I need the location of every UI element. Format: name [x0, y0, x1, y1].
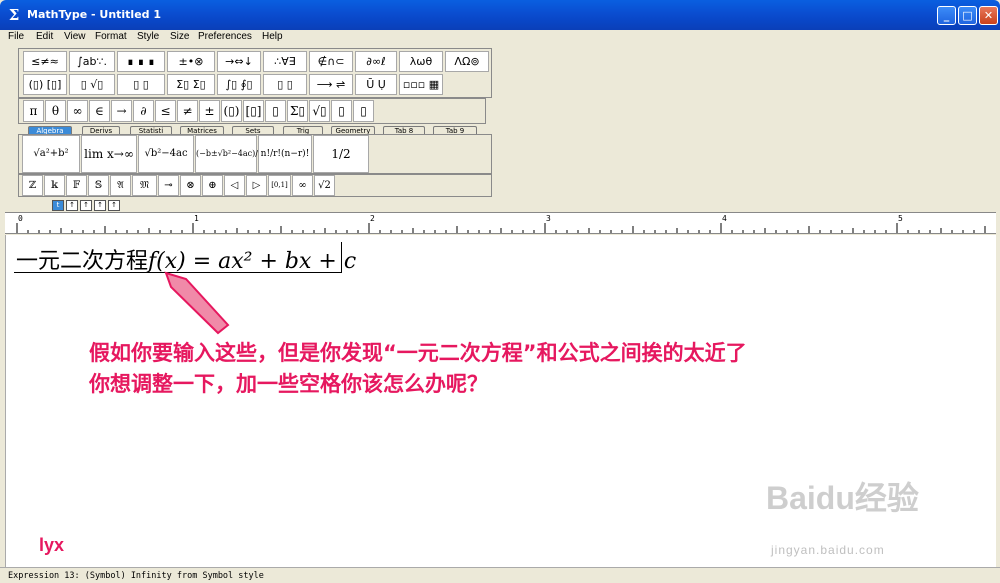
- field-k-button[interactable]: 𝕜: [44, 175, 65, 196]
- sqrt2-button[interactable]: √2: [314, 175, 335, 196]
- maximize-button[interactable]: □: [958, 6, 977, 25]
- menu-file[interactable]: File: [8, 31, 24, 42]
- integrals-palette-button[interactable]: ∫▯ ∮▯: [217, 74, 261, 95]
- ruler-label-0: 0: [18, 214, 23, 223]
- baidu-watermark-url: jingyan.baidu.com: [771, 543, 885, 557]
- arrows-palette-button[interactable]: →⇔↓: [217, 51, 261, 72]
- ruler-label-5: 5: [898, 214, 903, 223]
- left-triangle-button[interactable]: ◁: [224, 175, 245, 196]
- field-f-button[interactable]: 𝔽: [66, 175, 87, 196]
- ruler-label-2: 2: [370, 214, 375, 223]
- infinity-button[interactable]: ∞: [67, 100, 88, 122]
- right-triangle-button[interactable]: ▷: [246, 175, 267, 196]
- menu-size[interactable]: Size: [170, 31, 189, 42]
- close-button[interactable]: ✕: [979, 6, 998, 25]
- ruler[interactable]: 0 1 2 3 4 5: [5, 212, 996, 234]
- menu-bar: File Edit View Format Style Size Prefere…: [4, 30, 996, 45]
- equation-editor[interactable]: 一元二次方程f(x) = ax² + bx + c 假如你要输入这些，但是你发现…: [5, 235, 996, 567]
- labeled-arrows-palette-button[interactable]: ⟶ ⇌: [309, 74, 353, 95]
- products-palette-button[interactable]: Ū Ụ: [355, 74, 397, 95]
- parentheses-button[interactable]: (▯): [221, 100, 242, 122]
- integers-button[interactable]: ℤ: [22, 175, 43, 196]
- not-equal-button[interactable]: ≠: [177, 100, 198, 122]
- sum-button[interactable]: Σ▯: [287, 100, 308, 122]
- menu-style[interactable]: Style: [137, 31, 159, 42]
- bars-palette-button[interactable]: ▯ ▯: [263, 74, 307, 95]
- mathtype-window: Σ MathType - Untitled 1 _ □ ✕ File Edit …: [0, 0, 1000, 583]
- size-button-5[interactable]: ↑: [108, 200, 120, 211]
- spaces-palette-button[interactable]: ∫ab∵.: [69, 51, 115, 72]
- menu-help[interactable]: Help: [262, 31, 283, 42]
- logic-palette-button[interactable]: ∴∀∃: [263, 51, 307, 72]
- palette-area: ≤≠≈ ∫ab∵. ∎ ∎ ∎ ±•⊗ →⇔↓ ∴∀∃ ∉∩⊂ ∂∞ℓ λωθ …: [5, 46, 996, 212]
- formula: f(x) = ax² + bx + c: [148, 249, 357, 274]
- fraction-button[interactable]: ▯: [265, 100, 286, 122]
- embellishments-palette-button[interactable]: ∎ ∎ ∎: [117, 51, 165, 72]
- fraktur-a-button[interactable]: 𝔄: [110, 175, 131, 196]
- partial-button[interactable]: ∂: [133, 100, 154, 122]
- close-icon: ✕: [983, 9, 994, 22]
- brackets-button[interactable]: [▯]: [243, 100, 264, 122]
- scripts-palette-button[interactable]: ▯ ▯: [117, 74, 165, 95]
- relations-palette-button[interactable]: ≤≠≈: [23, 51, 67, 72]
- misc-palette-button[interactable]: ∂∞ℓ: [355, 51, 397, 72]
- greek-upper-palette-button[interactable]: ΛΩ⊚: [445, 51, 489, 72]
- plus-minus-button[interactable]: ±: [199, 100, 220, 122]
- element-of-button[interactable]: ∈: [89, 100, 110, 122]
- infinity-small-button[interactable]: ∞: [292, 175, 313, 196]
- template-combination[interactable]: n!/r!(n−r)!: [258, 135, 312, 173]
- matrices-palette-button[interactable]: ▫▫▫ ▦: [399, 74, 443, 95]
- template-quadratic-formula[interactable]: (−b±√b²−4ac)/2a: [195, 135, 268, 173]
- menu-view[interactable]: View: [64, 31, 86, 42]
- template-half[interactable]: 1/2: [313, 135, 369, 173]
- ruler-label-3: 3: [546, 214, 551, 223]
- annotation-line-1: 假如你要输入这些，但是你发现“一元二次方程”和公式之间挨的太近了: [89, 341, 747, 365]
- subscript-button[interactable]: ▯: [353, 100, 374, 122]
- title-bar: Σ MathType - Untitled 1 _ □ ✕: [0, 0, 1000, 30]
- right-arrow-button[interactable]: →: [111, 100, 132, 122]
- interval-button[interactable]: [0,1]: [268, 175, 291, 196]
- minimize-button[interactable]: _: [937, 6, 956, 25]
- annotation-line-2: 你想调整一下，加一些空格你该怎么办呢？: [89, 372, 488, 396]
- status-bar: Expression 13: (Symbol) Infinity from Sy…: [0, 567, 1000, 583]
- chinese-text: 一元二次方程: [16, 249, 149, 274]
- menu-edit[interactable]: Edit: [36, 31, 53, 42]
- ruler-label-1: 1: [194, 214, 199, 223]
- multimap-button[interactable]: ⊸: [158, 175, 179, 196]
- status-text: Expression 13: (Symbol) Infinity from Sy…: [8, 571, 264, 581]
- sets-palette-button[interactable]: ∉∩⊂: [309, 51, 353, 72]
- theta-button[interactable]: θ: [45, 100, 66, 122]
- size-button-1[interactable]: t: [52, 200, 64, 211]
- otimes-button[interactable]: ⊗: [180, 175, 201, 196]
- less-equal-button[interactable]: ≤: [155, 100, 176, 122]
- baidu-watermark: Baidu经验: [766, 480, 919, 516]
- sqrt-button[interactable]: √▯: [309, 100, 330, 122]
- ruler-label-4: 4: [722, 214, 727, 223]
- author-signature: lyx: [39, 535, 65, 555]
- template-limit[interactable]: lim x→∞: [81, 135, 137, 173]
- superscript-button[interactable]: ▯: [331, 100, 352, 122]
- menu-preferences[interactable]: Preferences: [198, 31, 252, 42]
- template-pythagoras[interactable]: √a²+b²: [22, 135, 80, 173]
- set-s-button[interactable]: 𝕊: [88, 175, 109, 196]
- fraktur-m-button[interactable]: 𝔐: [132, 175, 157, 196]
- ruler-ticks: [16, 223, 986, 233]
- size-button-2[interactable]: ↑: [66, 200, 78, 211]
- window-title: MathType - Untitled 1: [27, 8, 162, 21]
- fences-palette-button[interactable]: (▯) [▯]: [23, 74, 67, 95]
- sigma-icon[interactable]: Σ: [6, 7, 22, 23]
- equation-expression[interactable]: 一元二次方程f(x) = ax² + bx + c: [16, 243, 356, 275]
- summation-palette-button[interactable]: Σ▯ Σ▯: [167, 74, 215, 95]
- size-button-4[interactable]: ↑: [94, 200, 106, 211]
- size-button-3[interactable]: ↑: [80, 200, 92, 211]
- pi-button[interactable]: π: [23, 100, 44, 122]
- minimize-icon: _: [943, 9, 950, 22]
- greek-lower-palette-button[interactable]: λωθ: [399, 51, 443, 72]
- menu-format[interactable]: Format: [95, 31, 127, 42]
- maximize-icon: □: [962, 9, 973, 22]
- fractions-palette-button[interactable]: ▯ √▯: [69, 74, 115, 95]
- operators-palette-button[interactable]: ±•⊗: [167, 51, 215, 72]
- oplus-button[interactable]: ⊕: [202, 175, 223, 196]
- template-discriminant[interactable]: √b²−4ac: [138, 135, 194, 173]
